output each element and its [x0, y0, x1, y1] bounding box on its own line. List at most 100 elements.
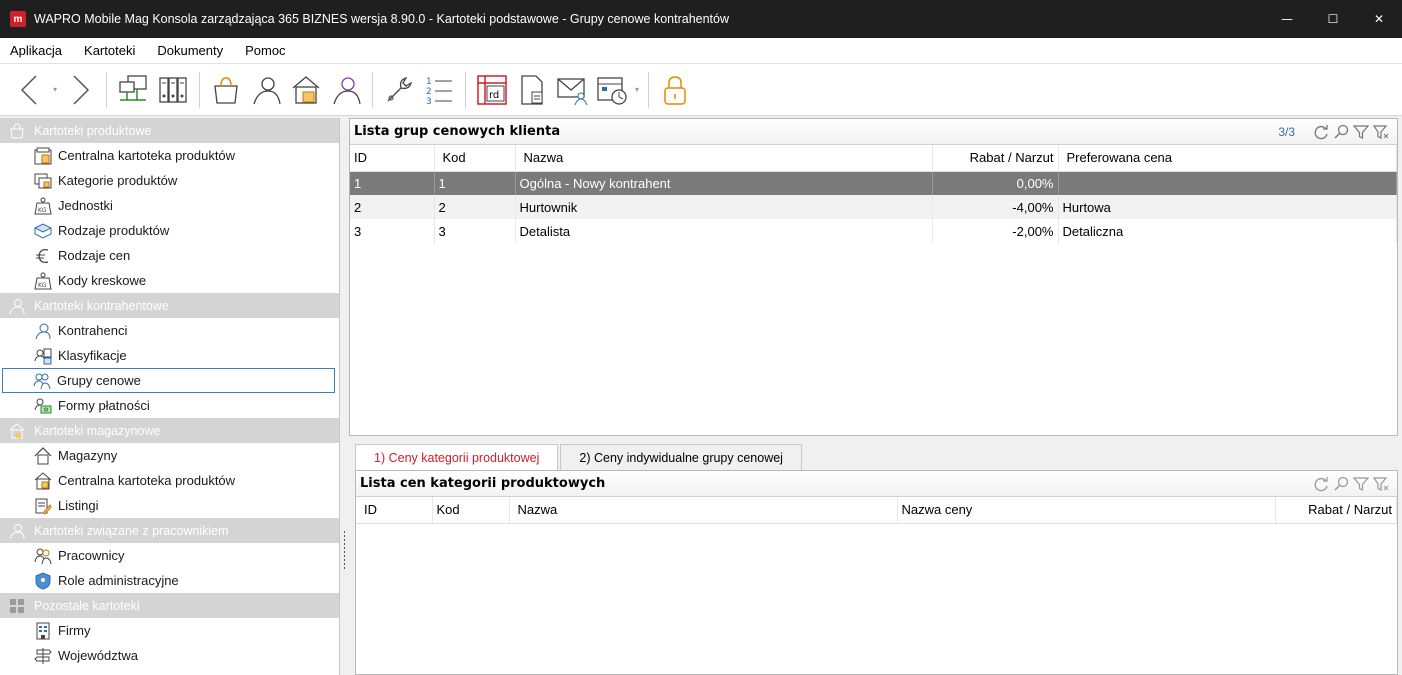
tab-individual-prices[interactable]: 2) Ceny indywidualne grupy cenowej — [560, 444, 802, 470]
menu-kartoteki[interactable]: Kartoteki — [84, 43, 135, 58]
cell-nazwa: Ogólna - Nowy kontrahent — [515, 171, 933, 195]
sidebar-item-label: Listingi — [58, 498, 99, 513]
column-header-id[interactable]: ID — [356, 497, 433, 524]
sidebar-item-label: Rodzaje cen — [58, 248, 131, 263]
sidebar-item-price-types[interactable]: Rodzaje cen — [0, 243, 339, 268]
table-row[interactable]: 3 3 Detalista -2,00% Detaliczna — [350, 219, 1397, 243]
sidebar-item-units[interactable]: KG Jednostki — [0, 193, 339, 218]
sidebar-item-contractors[interactable]: Kontrahenci — [0, 318, 339, 343]
column-header-nazwa-ceny[interactable]: Nazwa ceny — [897, 497, 1276, 524]
calendar-rd-button[interactable]: rd — [472, 68, 512, 112]
panel-tools — [1311, 475, 1391, 493]
tab-category-prices[interactable]: 1) Ceny kategorii produktowej — [355, 444, 559, 470]
section-header-products[interactable]: Kartoteki produktowe — [0, 118, 339, 143]
sidebar-item-price-groups[interactable]: Grupy cenowe — [2, 368, 335, 393]
filter-icon[interactable] — [1351, 123, 1371, 141]
splitter-grip — [343, 539, 345, 541]
clear-filter-icon[interactable] — [1371, 475, 1391, 493]
mail-button[interactable] — [552, 68, 592, 112]
window-title: WAPRO Mobile Mag Konsola zarządzająca 36… — [34, 12, 730, 26]
schedule-dropdown[interactable]: ▾ — [632, 68, 642, 112]
close-button[interactable]: ✕ — [1356, 0, 1402, 38]
column-header-nazwa[interactable]: Nazwa — [509, 497, 898, 524]
column-header-rabat[interactable]: Rabat / Narzut — [932, 145, 1059, 172]
column-header-nazwa[interactable]: Nazwa — [515, 145, 933, 172]
column-header-preferowana-cena[interactable]: Preferowana cena — [1058, 145, 1397, 172]
minimize-button[interactable]: — — [1264, 0, 1310, 38]
calendar-rd-icon: rd — [477, 74, 507, 105]
panel-title: Lista grup cenowych klienta — [354, 124, 561, 139]
table-row[interactable]: 1 1 Ogólna - Nowy kontrahent 0,00% — [350, 171, 1397, 195]
numbered-list-icon: 123 — [426, 77, 452, 106]
category-prices-table: ID Kod Nazwa Nazwa ceny Rabat / Narzut — [356, 497, 1397, 524]
warehouses-button[interactable] — [286, 68, 326, 112]
schedule-button[interactable] — [592, 68, 632, 112]
forward-button[interactable] — [60, 68, 100, 112]
sidebar-item-employees[interactable]: Pracownicy — [0, 543, 339, 568]
contractors-button[interactable] — [246, 68, 286, 112]
section-header-contractors[interactable]: Kartoteki kontrahentowe — [0, 293, 339, 318]
splitter-grip — [343, 559, 345, 561]
search-icon[interactable] — [1331, 475, 1351, 493]
cell-kod: 1 — [434, 171, 516, 195]
employees-button[interactable] — [326, 68, 366, 112]
box-icon — [34, 222, 52, 240]
splitter-handle[interactable] — [340, 470, 348, 630]
section-header-warehouses[interactable]: Kartoteki magazynowe — [0, 418, 339, 443]
refresh-icon[interactable] — [1311, 123, 1331, 141]
sidebar-item-payment-forms[interactable]: Formy płatności — [0, 393, 339, 418]
section-title: Kartoteki związane z pracownikiem — [34, 523, 229, 538]
record-count: 3/3 — [1278, 125, 1295, 139]
table-header-row: ID Kod Nazwa Rabat / Narzut Preferowana … — [350, 145, 1397, 172]
sidebar-item-product-categories[interactable]: Kategorie produktów — [0, 168, 339, 193]
column-header-rabat[interactable]: Rabat / Narzut — [1275, 497, 1397, 524]
table-header-row: ID Kod Nazwa Nazwa ceny Rabat / Narzut — [356, 497, 1397, 524]
sidebar-item-companies[interactable]: Firmy — [0, 618, 339, 643]
splitter-grip — [343, 535, 345, 537]
lock-icon — [664, 75, 686, 105]
binders-button[interactable] — [153, 68, 193, 112]
sidebar-item-label: Jednostki — [58, 198, 113, 213]
sidebar-item-classifications[interactable]: Klasyfikacje — [0, 343, 339, 368]
lock-button[interactable] — [655, 68, 695, 112]
sidebar-item-product-types[interactable]: Rodzaje produktów — [0, 218, 339, 243]
toolbar-separator — [199, 71, 200, 108]
menu-dokumenty[interactable]: Dokumenty — [157, 43, 223, 58]
back-dropdown[interactable]: ▾ — [50, 68, 60, 112]
sidebar-item-label: Kody kreskowe — [58, 273, 147, 288]
document-button[interactable] — [512, 68, 552, 112]
settings-button[interactable] — [379, 68, 419, 112]
splitter-grip — [343, 543, 345, 545]
numbering-button[interactable]: 123 — [419, 68, 459, 112]
clear-filter-icon[interactable] — [1371, 123, 1391, 141]
section-header-other[interactable]: Pozostałe kartoteki — [0, 593, 339, 618]
sidebar-item-central-products[interactable]: Centralna kartoteka produktów — [0, 143, 339, 168]
menu-aplikacja[interactable]: Aplikacja — [10, 43, 62, 58]
column-header-id[interactable]: ID — [350, 145, 435, 172]
sidebar-item-voivodeships[interactable]: Województwa — [0, 643, 339, 668]
window-controls: — ☐ ✕ — [1264, 0, 1402, 38]
splitter-grip — [343, 551, 345, 553]
binders-icon — [159, 76, 187, 103]
table-row[interactable]: 2 2 Hurtownik -4,00% Hurtowa — [350, 195, 1397, 219]
filter-icon[interactable] — [1351, 475, 1371, 493]
sidebar-item-listings[interactable]: Listingi — [0, 493, 339, 518]
column-header-kod[interactable]: Kod — [434, 145, 516, 172]
sidebar-item-label: Centralna kartoteka produktów — [58, 148, 236, 163]
back-button[interactable] — [10, 68, 50, 112]
products-button[interactable] — [206, 68, 246, 112]
search-icon[interactable] — [1331, 123, 1351, 141]
sidebar-item-label: Kategorie produktów — [58, 173, 178, 188]
maximize-button[interactable]: ☐ — [1310, 0, 1356, 38]
section-header-employees[interactable]: Kartoteki związane z pracownikiem — [0, 518, 339, 543]
cell-kod: 2 — [434, 195, 516, 219]
column-header-kod[interactable]: Kod — [432, 497, 510, 524]
sidebar-item-warehouses[interactable]: Magazyny — [0, 443, 339, 468]
sidebar-item-admin-roles[interactable]: Role administracyjne — [0, 568, 339, 593]
sidebar-item-barcodes[interactable]: KG Kody kreskowe — [0, 268, 339, 293]
network-button[interactable] — [113, 68, 153, 112]
sidebar-item-warehouse-central-products[interactable]: Centralna kartoteka produktów — [0, 468, 339, 493]
sidebar-item-label: Formy płatności — [58, 398, 150, 413]
menu-pomoc[interactable]: Pomoc — [245, 43, 285, 58]
refresh-icon[interactable] — [1311, 475, 1331, 493]
